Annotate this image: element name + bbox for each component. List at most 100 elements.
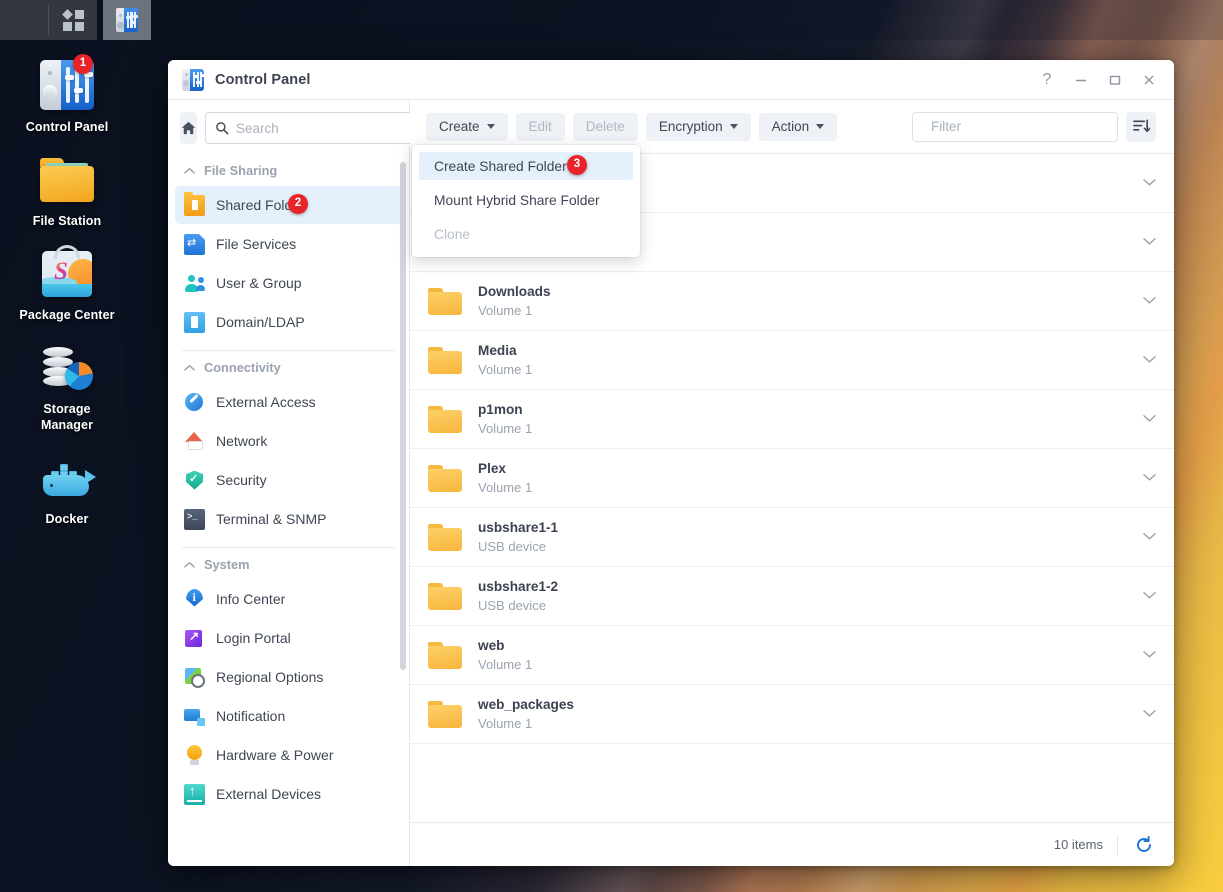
sidebar-item-file-services[interactable]: File Services (175, 225, 402, 263)
folder-name: Media (478, 341, 1133, 360)
desktop-icon-label: File Station (33, 213, 102, 229)
desktop-icon-control-panel[interactable]: 1 Control Panel (18, 58, 116, 135)
edit-button-label: Edit (529, 119, 552, 134)
sidebar-item-security[interactable]: Security (175, 461, 402, 499)
menu-item-mount-hybrid-share-folder[interactable]: Mount Hybrid Share Folder (419, 186, 633, 214)
sidebar-scrollbar-thumb[interactable] (400, 162, 406, 670)
sidebar-item-external-devices[interactable]: External Devices (175, 775, 402, 813)
table-row[interactable]: web_packages Volume 1 (410, 685, 1174, 744)
folder-icon (428, 524, 462, 551)
refresh-icon[interactable] (1132, 833, 1156, 857)
sidebar-item-user-group[interactable]: User & Group (175, 264, 402, 302)
chevron-down-icon[interactable] (1133, 292, 1156, 310)
table-row[interactable]: p1mon Volume 1 (410, 390, 1174, 449)
sidebar-item-domain-ldap[interactable]: Domain/LDAP (175, 303, 402, 341)
edit-button[interactable]: Edit (516, 113, 565, 141)
control-panel-icon: 1 (40, 58, 94, 112)
footer-divider (1117, 835, 1118, 855)
table-row[interactable]: Plex Volume 1 (410, 449, 1174, 508)
sidebar-item-label: Hardware & Power (216, 747, 334, 763)
login-portal-icon (184, 628, 205, 649)
table-row[interactable]: web Volume 1 (410, 626, 1174, 685)
table-row[interactable]: usbshare1-1 USB device (410, 508, 1174, 567)
create-shared-folder-badge: 3 (567, 155, 587, 175)
chevron-down-icon[interactable] (1133, 174, 1156, 192)
chevron-down-icon[interactable] (1133, 410, 1156, 428)
chevron-down-icon[interactable] (1133, 351, 1156, 369)
app-grid-icon[interactable] (49, 0, 97, 40)
filter-input[interactable] (931, 119, 1108, 134)
chevron-down-icon[interactable] (1133, 469, 1156, 487)
filter-wrapper[interactable] (912, 112, 1118, 142)
menu-item-label: Mount Hybrid Share Folder (434, 193, 600, 208)
security-shield-icon (184, 470, 205, 491)
sidebar-item-shared-folder[interactable]: Shared Folder 2 (175, 186, 402, 224)
table-row[interactable]: usbshare1-2 USB device (410, 567, 1174, 626)
sidebar-item-label: Network (216, 433, 267, 449)
help-button[interactable]: ? (1030, 63, 1064, 97)
sidebar-search-wrapper[interactable] (205, 112, 423, 144)
sidebar-item-terminal-snmp[interactable]: Terminal & SNMP (175, 500, 402, 538)
chevron-down-icon[interactable] (1133, 233, 1156, 251)
taskbar-app-control-panel[interactable] (103, 0, 151, 40)
desktop-icon-docker[interactable]: Docker (18, 450, 116, 527)
sidebar-item-network[interactable]: Network (175, 422, 402, 460)
table-row[interactable]: Media Volume 1 (410, 331, 1174, 390)
sidebar-item-label: Security (216, 472, 267, 488)
folder-location: Volume 1 (478, 655, 1133, 674)
chevron-down-icon[interactable] (1133, 587, 1156, 605)
sidebar-item-label: Regional Options (216, 669, 323, 685)
menu-item-label: Create Shared Folder (434, 159, 567, 174)
chevron-down-icon (730, 124, 738, 129)
sidebar-item-login-portal[interactable]: Login Portal (175, 619, 402, 657)
sidebar-group-label: Connectivity (204, 360, 281, 375)
folder-location: Volume 1 (478, 301, 1133, 320)
desktop-icon-package-center[interactable]: S Package Center (18, 246, 116, 323)
chevron-down-icon[interactable] (1133, 528, 1156, 546)
folder-icon (428, 288, 462, 315)
desktop-icon-file-station[interactable]: File Station (18, 152, 116, 229)
shared-folder-icon (184, 195, 205, 216)
delete-button[interactable]: Delete (573, 113, 638, 141)
desktop-icon-storage-manager[interactable]: Storage Manager (18, 340, 116, 433)
chevron-down-icon[interactable] (1133, 646, 1156, 664)
folder-icon (428, 347, 462, 374)
folder-location: Volume 1 (478, 714, 1133, 733)
menu-item-clone[interactable]: Clone (419, 220, 633, 248)
footer-bar: 10 items (410, 822, 1174, 866)
network-icon (184, 431, 205, 452)
folder-location: Volume 1 (478, 360, 1133, 379)
maximize-button[interactable] (1098, 63, 1132, 97)
create-button[interactable]: Create (426, 113, 508, 141)
create-button-label: Create (439, 119, 480, 134)
sidebar-item-info-center[interactable]: Info Center (175, 580, 402, 618)
sidebar-group-file-sharing[interactable]: File Sharing (168, 154, 409, 185)
sidebar-group-connectivity[interactable]: Connectivity (168, 351, 409, 382)
sidebar-item-label: Domain/LDAP (216, 314, 305, 330)
sidebar-item-external-access[interactable]: External Access (175, 383, 402, 421)
item-count: 10 items (1054, 837, 1103, 852)
folder-icon (40, 152, 94, 206)
minimize-button[interactable] (1064, 63, 1098, 97)
close-button[interactable] (1132, 63, 1166, 97)
sidebar-item-label: Notification (216, 708, 285, 724)
search-input[interactable] (236, 121, 413, 136)
sidebar-group-system[interactable]: System (168, 548, 409, 579)
sidebar-item-regional-options[interactable]: Regional Options (175, 658, 402, 696)
chevron-down-icon (487, 124, 495, 129)
table-row[interactable]: Downloads Volume 1 (410, 272, 1174, 331)
action-button[interactable]: Action (759, 113, 838, 141)
menu-item-create-shared-folder[interactable]: Create Shared Folder 3 (419, 152, 633, 180)
sidebar-scrollbar[interactable] (400, 162, 406, 866)
sidebar-item-hardware-power[interactable]: Hardware & Power (175, 736, 402, 774)
control-panel-badge: 1 (73, 54, 93, 74)
sidebar-item-notification[interactable]: Notification (175, 697, 402, 735)
sort-descending-icon[interactable] (1126, 112, 1156, 142)
home-icon[interactable] (180, 112, 197, 144)
encryption-button[interactable]: Encryption (646, 113, 751, 141)
user-group-icon (184, 273, 205, 294)
main-panel: Create Edit Delete Encryption Action (410, 100, 1174, 866)
window-body: File Sharing Shared Folder 2 File Servic… (168, 100, 1174, 866)
chevron-down-icon[interactable] (1133, 705, 1156, 723)
sidebar-item-label: User & Group (216, 275, 302, 291)
